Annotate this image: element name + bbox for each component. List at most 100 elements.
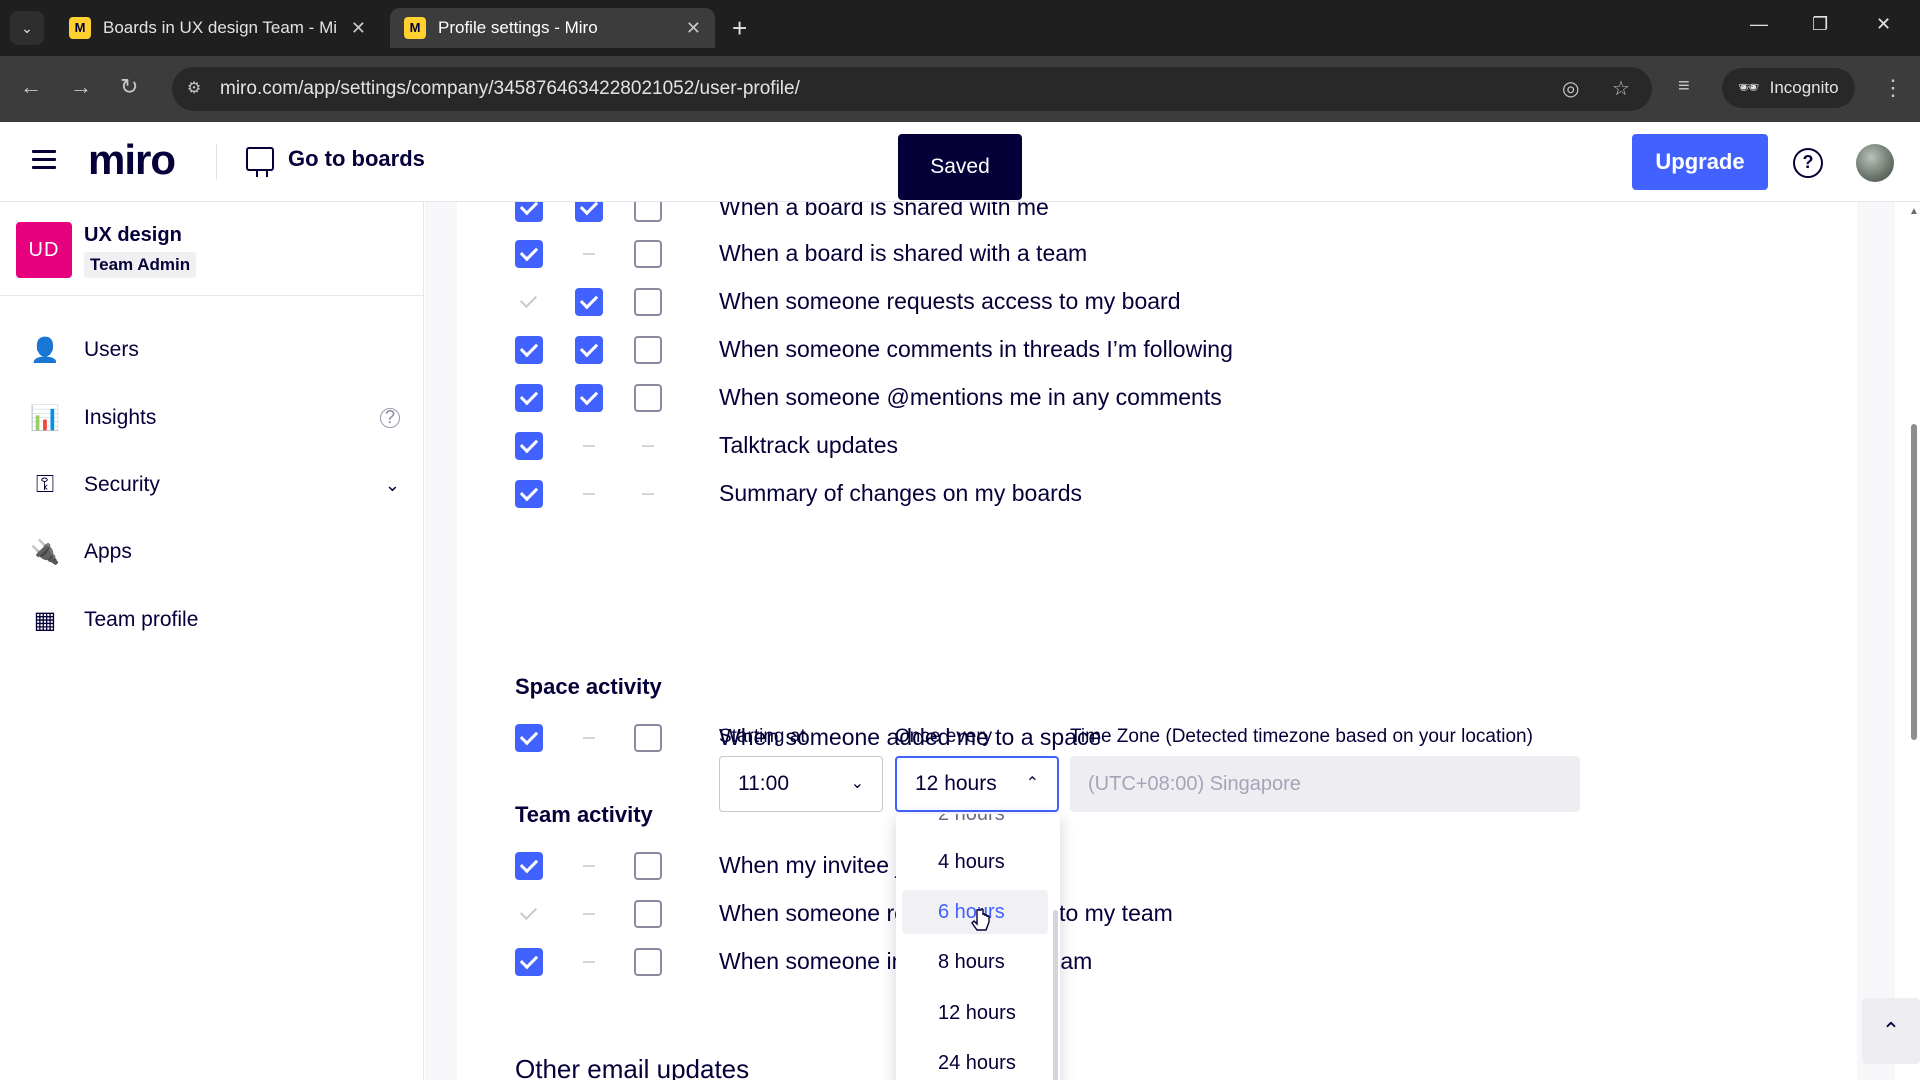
help-icon[interactable]: ? bbox=[1793, 148, 1823, 178]
email-checkbox[interactable] bbox=[515, 724, 543, 752]
sidebar-item-label: Security bbox=[84, 473, 160, 496]
media-controls-icon[interactable]: ≡ bbox=[1678, 75, 1690, 98]
scroll-up-arrow-icon[interactable]: ▲ bbox=[1909, 206, 1919, 217]
notification-label: When a board is shared with a team bbox=[719, 240, 1088, 266]
push-checkbox[interactable] bbox=[634, 948, 662, 976]
chevron-up-icon: ⌃ bbox=[1025, 775, 1039, 792]
once-every-dropdown: 2 hours 4 hours 6 hours 8 hours 12 hours… bbox=[896, 814, 1060, 1080]
team-activity-title: Team activity bbox=[515, 802, 653, 827]
in-app-checkbox[interactable] bbox=[575, 202, 603, 222]
email-checkbox[interactable] bbox=[515, 384, 543, 412]
push-checkbox[interactable] bbox=[634, 900, 662, 928]
sidebar-item-insights[interactable]: 📊 Insights ? bbox=[0, 390, 424, 446]
site-settings-icon[interactable]: ⚙ bbox=[182, 77, 206, 101]
browser-menu-icon[interactable]: ⋮ bbox=[1882, 75, 1904, 101]
email-checkbox[interactable] bbox=[515, 202, 543, 222]
scroll-to-top-button[interactable]: ⌃ bbox=[1862, 998, 1920, 1064]
upgrade-button[interactable]: Upgrade bbox=[1632, 134, 1768, 190]
dropdown-option-2-hours[interactable]: 2 hours bbox=[902, 814, 1048, 836]
incognito-icon: 🕶 bbox=[1738, 78, 1760, 97]
email-checkbox[interactable] bbox=[515, 948, 543, 976]
browser-tab-profile-settings[interactable]: M Profile settings - Miro ✕ bbox=[390, 8, 715, 48]
dropdown-option-4-hours[interactable]: 4 hours bbox=[902, 840, 1048, 884]
miro-favicon-icon: M bbox=[404, 17, 426, 39]
email-checkbox[interactable] bbox=[515, 432, 543, 460]
tab-search-button[interactable]: ⌄ bbox=[10, 11, 44, 45]
dropdown-scrollbar[interactable] bbox=[1053, 910, 1058, 1080]
sidebar-item-label: Insights bbox=[84, 406, 157, 429]
user-check-icon: 👤 bbox=[30, 336, 60, 364]
notification-row: When my invitee joins a team bbox=[457, 844, 1857, 884]
push-checkbox[interactable] bbox=[634, 384, 662, 412]
dropdown-option-24-hours[interactable]: 24 hours bbox=[902, 1041, 1048, 1080]
eye-off-icon[interactable]: ◎ bbox=[1562, 76, 1579, 101]
push-checkbox[interactable] bbox=[634, 288, 662, 316]
notification-label: Summary of changes on my boards bbox=[719, 480, 1083, 506]
notification-row: When someone added me to a space bbox=[457, 716, 1857, 756]
layout-icon: ▦ bbox=[33, 606, 57, 634]
team-badge: UD bbox=[16, 222, 72, 278]
push-checkbox[interactable] bbox=[634, 852, 662, 880]
notification-row: When someone requests access to my team bbox=[457, 892, 1857, 932]
in-app-unavailable bbox=[575, 900, 603, 928]
tab-title: Boards in UX design Team - Mi bbox=[103, 18, 338, 37]
scrollbar-thumb[interactable] bbox=[1911, 424, 1917, 740]
avatar[interactable] bbox=[1856, 144, 1894, 182]
notification-row: When someone comments in threads I’m fol… bbox=[457, 328, 1857, 368]
dropdown-option-12-hours[interactable]: 12 hours bbox=[902, 991, 1048, 1035]
browser-tab-boards[interactable]: M Boards in UX design Team - Mi ✕ bbox=[55, 8, 380, 48]
close-icon[interactable]: ✕ bbox=[686, 18, 701, 39]
sidebar-item-label: Users bbox=[84, 338, 139, 361]
hamburger-menu-icon[interactable] bbox=[32, 150, 56, 170]
info-icon[interactable]: ? bbox=[380, 408, 400, 428]
restore-icon[interactable]: ❐ bbox=[1812, 14, 1828, 35]
team-switcher[interactable]: UD UX design Team Admin bbox=[0, 202, 424, 296]
email-checkbox[interactable] bbox=[515, 240, 543, 268]
notification-label: When someone requests access to my board bbox=[719, 288, 1181, 314]
space-activity-title: Space activity bbox=[515, 674, 662, 699]
sidebar-item-security[interactable]: ⚿ Security ⌄ bbox=[0, 457, 424, 513]
email-checkbox[interactable] bbox=[515, 852, 543, 880]
new-tab-plus-icon[interactable]: + bbox=[732, 13, 747, 43]
back-arrow-icon[interactable]: ← bbox=[20, 75, 42, 99]
starting-at-value: 11:00 bbox=[738, 772, 789, 795]
address-bar[interactable]: ⚙ miro.com/app/settings/company/34587646… bbox=[172, 67, 1652, 111]
reload-icon[interactable]: ↻ bbox=[120, 75, 138, 99]
miro-logo[interactable]: miro bbox=[88, 136, 176, 184]
in-app-checkbox[interactable] bbox=[575, 384, 603, 412]
push-checkbox[interactable] bbox=[634, 724, 662, 752]
notification-row: When a board is shared with a team bbox=[457, 232, 1857, 272]
sidebar-item-team-profile[interactable]: ▦ Team profile bbox=[0, 592, 424, 648]
team-role-badge: Team Admin bbox=[84, 252, 197, 278]
bar-chart-icon: 📊 bbox=[30, 404, 60, 432]
incognito-indicator[interactable]: 🕶 Incognito bbox=[1722, 68, 1855, 108]
push-checkbox[interactable] bbox=[634, 202, 662, 222]
page-scrollbar[interactable]: ▲ bbox=[1908, 202, 1920, 1080]
in-app-checkbox[interactable] bbox=[575, 288, 603, 316]
timezone-field: (UTC+08:00) Singapore bbox=[1070, 756, 1580, 812]
sidebar-item-label: Apps bbox=[84, 540, 132, 563]
push-checkbox[interactable] bbox=[634, 336, 662, 364]
email-checkbox[interactable] bbox=[515, 336, 543, 364]
close-icon[interactable]: ✕ bbox=[351, 18, 366, 39]
once-every-select[interactable]: 12 hours ⌃ bbox=[895, 756, 1059, 812]
in-app-checkbox[interactable] bbox=[575, 336, 603, 364]
go-to-boards-link[interactable]: Go to boards bbox=[246, 146, 425, 177]
chevron-down-icon: ⌄ bbox=[850, 775, 864, 792]
email-checkbox[interactable] bbox=[515, 480, 543, 508]
window-close-icon[interactable]: ✕ bbox=[1876, 14, 1891, 35]
sidebar-item-apps[interactable]: 🔌 Apps bbox=[0, 524, 424, 580]
forward-arrow-icon[interactable]: → bbox=[70, 75, 92, 99]
star-icon[interactable]: ☆ bbox=[1612, 76, 1630, 101]
dropdown-option-8-hours[interactable]: 8 hours bbox=[902, 940, 1048, 984]
chevron-down-icon[interactable]: ⌄ bbox=[385, 475, 400, 496]
email-checkbox-locked bbox=[515, 288, 543, 316]
sidebar-item-users[interactable]: 👤 Users bbox=[0, 322, 424, 378]
plug-icon: 🔌 bbox=[30, 538, 60, 566]
push-checkbox[interactable] bbox=[634, 240, 662, 268]
sidebar-item-label: Team profile bbox=[84, 608, 199, 631]
notification-label: When someone added me to a space bbox=[719, 724, 1102, 750]
notification-row: When a board is shared with me bbox=[457, 202, 1857, 226]
starting-at-select[interactable]: 11:00 ⌄ bbox=[719, 756, 883, 812]
minimize-icon[interactable]: — bbox=[1750, 14, 1768, 35]
